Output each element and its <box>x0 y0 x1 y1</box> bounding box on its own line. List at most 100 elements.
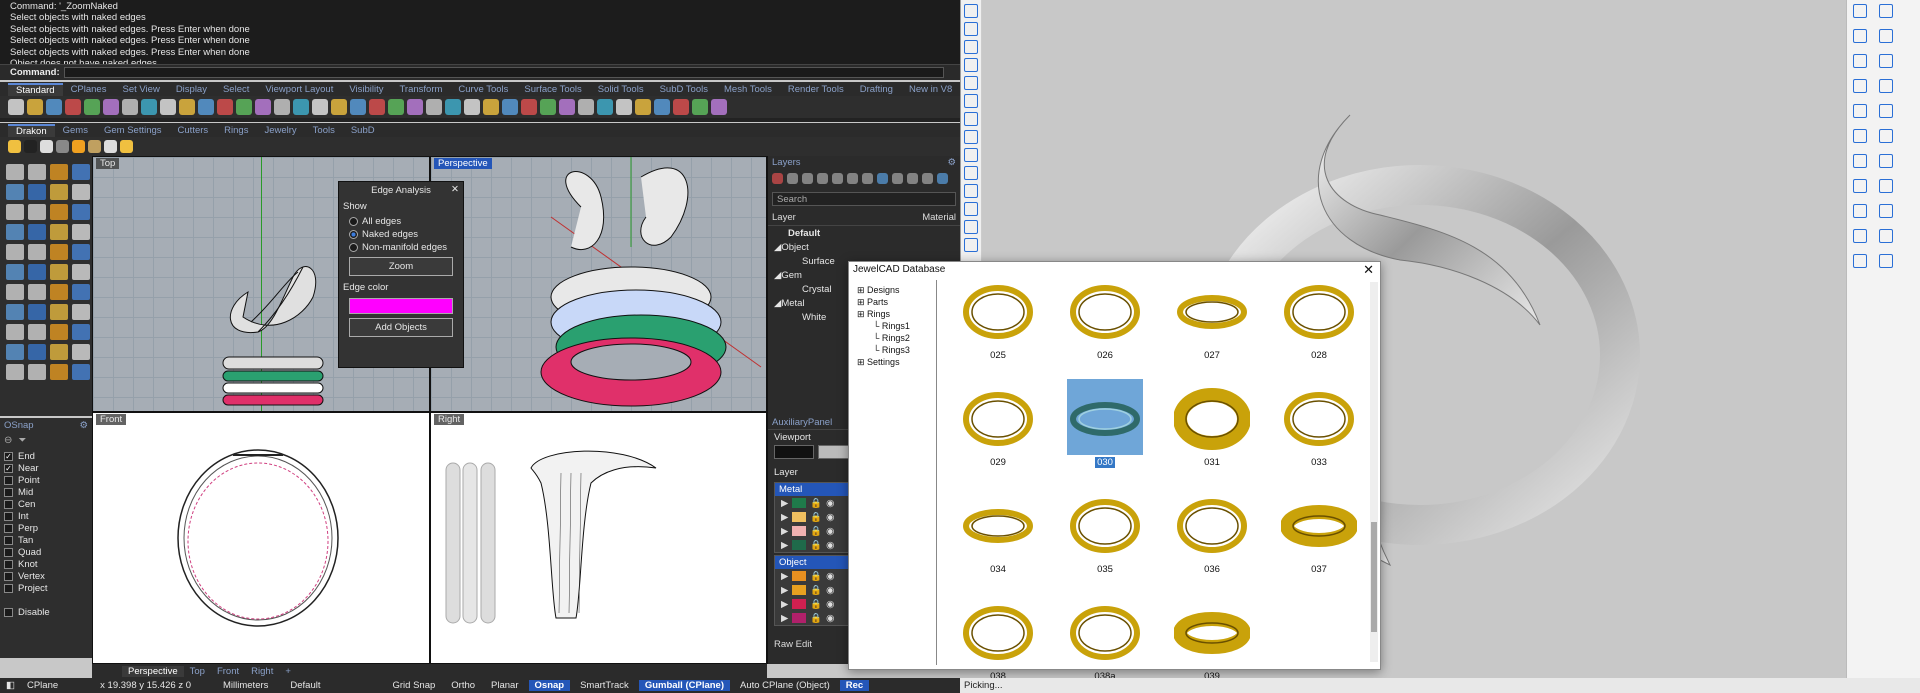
tree-item[interactable]: ⊞ Designs <box>857 284 930 296</box>
toolbar-tab[interactable]: Set View <box>114 84 167 95</box>
edge-color-swatch[interactable] <box>349 298 453 314</box>
osnap-checkbox[interactable] <box>4 511 13 521</box>
eye-icon[interactable]: ◉ <box>826 526 834 537</box>
tool-icon[interactable] <box>72 284 90 300</box>
osnap-item[interactable]: Mid <box>4 486 88 498</box>
status-toggle[interactable]: Ortho <box>445 680 481 691</box>
toolbar-tool-icon[interactable] <box>1853 229 1867 243</box>
tool-icon[interactable] <box>72 264 90 280</box>
toolbar-tool-icon[interactable] <box>1853 154 1867 168</box>
toolbar-tool-icon[interactable] <box>27 99 43 115</box>
play-icon[interactable]: ▶ <box>781 585 788 596</box>
plugin-tab[interactable]: Drakon <box>8 123 55 137</box>
toolbar-tool-icon[interactable] <box>1853 4 1867 18</box>
viewport-tab[interactable]: Front <box>211 666 245 677</box>
layer-tool-icon[interactable] <box>907 173 918 184</box>
radio-all-edges[interactable]: All edges <box>349 216 453 227</box>
osnap-checkbox[interactable] <box>4 547 13 557</box>
gear-icon[interactable]: ⚙ <box>947 157 956 168</box>
osnap-checkbox[interactable] <box>4 475 13 485</box>
layer-color-swatch[interactable] <box>792 585 807 595</box>
toolbar-tool-icon[interactable] <box>293 99 309 115</box>
plugin-tool-icon[interactable] <box>120 140 133 153</box>
toolbar-tool-icon[interactable] <box>502 99 518 115</box>
toolbar-tool-icon[interactable] <box>236 99 252 115</box>
layer-tool-icon[interactable] <box>817 173 828 184</box>
toolbar-tool-icon[interactable] <box>46 99 62 115</box>
toolbar-tool-icon[interactable] <box>964 58 978 72</box>
toolbar-tool-icon[interactable] <box>103 99 119 115</box>
plugin-tool-icon[interactable] <box>40 140 53 153</box>
tool-icon[interactable] <box>6 284 24 300</box>
toolbar-tab[interactable]: CPlanes <box>63 84 115 95</box>
toolbar-tab[interactable]: New in V8 <box>901 84 960 95</box>
toolbar-tool-icon[interactable] <box>964 238 978 252</box>
toolbar-tool-icon[interactable] <box>1853 104 1867 118</box>
toolbar-tool-icon[interactable] <box>964 94 978 108</box>
layer-tool-icon[interactable] <box>802 173 813 184</box>
ring-thumbnail[interactable]: 027 <box>1167 272 1257 361</box>
tool-icon[interactable] <box>50 304 68 320</box>
lock-icon[interactable]: 🔒 <box>810 571 822 582</box>
tool-icon[interactable] <box>50 284 68 300</box>
osnap-checkbox[interactable] <box>4 583 13 593</box>
tree-item[interactable]: ⊞ Settings <box>857 356 930 368</box>
tool-icon[interactable] <box>72 204 90 220</box>
toolbar-tool-icon[interactable] <box>1879 129 1893 143</box>
toolbar-tool-icon[interactable] <box>483 99 499 115</box>
layer-color-swatch[interactable] <box>792 571 807 581</box>
lock-icon[interactable]: 🔒 <box>810 599 822 610</box>
layer-color-swatch[interactable] <box>792 526 807 536</box>
layer-tool-icon[interactable] <box>877 173 888 184</box>
viewport-right-label[interactable]: Right <box>434 414 465 425</box>
layer-tool-icon[interactable] <box>862 173 873 184</box>
status-toggle[interactable]: Osnap <box>528 680 571 691</box>
radio-naked-edges[interactable]: Naked edges <box>349 229 453 240</box>
layer-tool-icon[interactable] <box>922 173 933 184</box>
toolbar-tool-icon[interactable] <box>331 99 347 115</box>
ring-thumbnail[interactable]: 037 <box>1274 486 1364 575</box>
ring-thumbnail[interactable]: 036 <box>1167 486 1257 575</box>
ring-thumbnail[interactable]: 034 <box>953 486 1043 575</box>
viewport-perspective[interactable]: Perspective <box>430 156 767 412</box>
play-icon[interactable]: ▶ <box>781 599 788 610</box>
play-icon[interactable]: ▶ <box>781 526 788 537</box>
ring-thumbnail[interactable]: 028 <box>1274 272 1364 361</box>
toolbar-tool-icon[interactable] <box>964 202 978 216</box>
toolbar-tool-icon[interactable] <box>84 99 100 115</box>
toolbar-tool-icon[interactable] <box>407 99 423 115</box>
osnap-item[interactable]: ✓ End <box>4 450 88 462</box>
toolbar-tab[interactable]: Mesh Tools <box>716 84 780 95</box>
status-toggle[interactable]: Auto CPlane (Object) <box>734 680 836 691</box>
toolbar-tool-icon[interactable] <box>141 99 157 115</box>
play-icon[interactable]: ▶ <box>781 498 788 509</box>
toolbar-tool-icon[interactable] <box>198 99 214 115</box>
tool-icon[interactable] <box>72 164 90 180</box>
tool-icon[interactable] <box>28 184 46 200</box>
toolbar-tool-icon[interactable] <box>1853 29 1867 43</box>
eye-icon[interactable]: ◉ <box>826 498 834 509</box>
toolbar-tool-icon[interactable] <box>1879 54 1893 68</box>
toolbar-tool-icon[interactable] <box>635 99 651 115</box>
tool-icon[interactable] <box>50 344 68 360</box>
viewport-front[interactable]: Front <box>92 412 430 664</box>
tool-icon[interactable] <box>50 184 68 200</box>
ring-thumbnail[interactable]: 039 <box>1167 593 1257 682</box>
lock-icon[interactable]: 🔒 <box>810 585 822 596</box>
toolbar-tool-icon[interactable] <box>274 99 290 115</box>
eye-icon[interactable]: ◉ <box>826 613 834 624</box>
plugin-tool-icon[interactable] <box>8 140 21 153</box>
ring-thumbnail[interactable]: 029 <box>953 379 1043 468</box>
tool-icon[interactable] <box>6 324 24 340</box>
toolbar-tool-icon[interactable] <box>964 220 978 234</box>
layer-tool-icon[interactable] <box>787 173 798 184</box>
toolbar-tool-icon[interactable] <box>122 99 138 115</box>
plugin-tab[interactable]: Tools <box>305 125 343 136</box>
toolbar-tab[interactable]: Curve Tools <box>450 84 516 95</box>
play-icon[interactable]: ▶ <box>781 613 788 624</box>
close-icon[interactable]: ✕ <box>1363 262 1374 278</box>
tool-icon[interactable] <box>6 344 24 360</box>
status-toggle[interactable]: SmartTrack <box>574 680 635 691</box>
tool-icon[interactable] <box>72 304 90 320</box>
viewport-swatch-dark[interactable] <box>774 445 814 459</box>
